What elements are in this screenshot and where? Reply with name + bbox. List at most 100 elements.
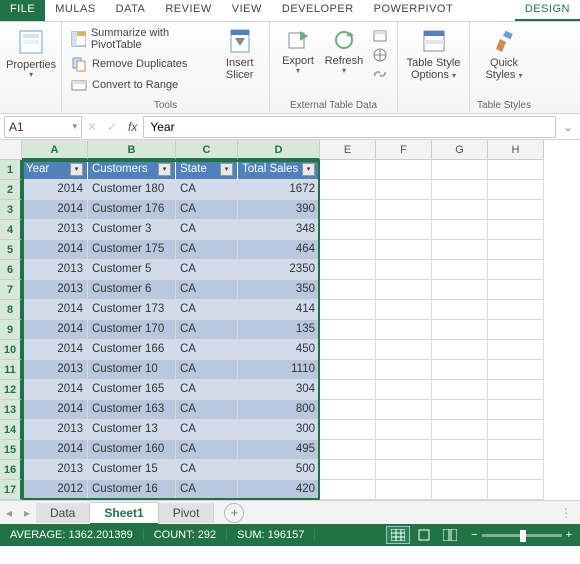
row-header[interactable]: 12	[0, 380, 22, 400]
cell[interactable]	[432, 480, 488, 500]
cell[interactable]	[488, 320, 544, 340]
cell[interactable]	[488, 220, 544, 240]
select-all-corner[interactable]	[0, 140, 22, 160]
cell[interactable]	[432, 280, 488, 300]
row-header[interactable]: 17	[0, 480, 22, 500]
cell[interactable]: Customer 176	[88, 200, 176, 220]
cell[interactable]	[320, 220, 376, 240]
cell[interactable]: CA	[176, 260, 238, 280]
cell[interactable]	[432, 400, 488, 420]
cell[interactable]: CA	[176, 180, 238, 200]
insert-slicer-button[interactable]: Insert Slicer	[216, 24, 263, 81]
tab-formulas[interactable]: MULAS	[45, 0, 105, 21]
cell[interactable]: CA	[176, 340, 238, 360]
cell[interactable]	[488, 420, 544, 440]
cell[interactable]: Customer 10	[88, 360, 176, 380]
cell[interactable]: 2012	[22, 480, 88, 500]
cell[interactable]	[320, 160, 376, 180]
cell[interactable]	[488, 160, 544, 180]
col-header-E[interactable]: E	[320, 140, 376, 160]
sheet-nav-prev[interactable]: ◂	[0, 506, 18, 520]
cancel-formula-button[interactable]: ✕	[82, 120, 102, 134]
cell[interactable]: 348	[238, 220, 320, 240]
cell[interactable]	[432, 300, 488, 320]
tab-data[interactable]: DATA	[106, 0, 156, 21]
cell[interactable]: CA	[176, 280, 238, 300]
cell[interactable]: Year▾	[22, 160, 88, 180]
cell[interactable]: Customer 166	[88, 340, 176, 360]
cell[interactable]: CA	[176, 220, 238, 240]
cell[interactable]	[376, 360, 432, 380]
cell[interactable]	[432, 240, 488, 260]
cell[interactable]	[488, 340, 544, 360]
cell[interactable]: CA	[176, 360, 238, 380]
cell[interactable]: CA	[176, 460, 238, 480]
tab-view[interactable]: VIEW	[222, 0, 272, 21]
col-header-D[interactable]: D	[238, 140, 320, 160]
cell[interactable]: 500	[238, 460, 320, 480]
cell[interactable]: State▾	[176, 160, 238, 180]
cell[interactable]	[376, 400, 432, 420]
cell[interactable]	[488, 260, 544, 280]
cell[interactable]: 135	[238, 320, 320, 340]
filter-dropdown-icon[interactable]: ▾	[158, 163, 171, 176]
fx-icon[interactable]: fx	[128, 120, 137, 134]
cell[interactable]	[432, 200, 488, 220]
cell[interactable]	[488, 360, 544, 380]
column-headers[interactable]: ABCDEFGH	[22, 140, 544, 160]
cell[interactable]: Customer 5	[88, 260, 176, 280]
cell[interactable]: 800	[238, 400, 320, 420]
tab-review[interactable]: REVIEW	[155, 0, 221, 21]
col-header-H[interactable]: H	[488, 140, 544, 160]
cell[interactable]: CA	[176, 440, 238, 460]
cell[interactable]	[320, 420, 376, 440]
cell[interactable]: Customer 6	[88, 280, 176, 300]
cell[interactable]: 2013	[22, 260, 88, 280]
cell[interactable]: 2014	[22, 320, 88, 340]
cell[interactable]	[488, 200, 544, 220]
cell[interactable]: CA	[176, 480, 238, 500]
cell[interactable]: 2013	[22, 460, 88, 480]
cell[interactable]	[432, 340, 488, 360]
cell[interactable]: Customer 163	[88, 400, 176, 420]
table-style-options-button[interactable]: Table Style Options ▾	[404, 24, 463, 81]
cell[interactable]	[320, 320, 376, 340]
col-header-A[interactable]: A	[22, 140, 88, 160]
cell[interactable]	[376, 340, 432, 360]
name-box[interactable]: A1 ▾	[4, 116, 82, 138]
zoom-out-button[interactable]: −	[471, 529, 477, 541]
cell[interactable]	[488, 460, 544, 480]
cell[interactable]: CA	[176, 420, 238, 440]
cell[interactable]	[320, 240, 376, 260]
cell[interactable]: CA	[176, 200, 238, 220]
cell[interactable]	[432, 420, 488, 440]
cell[interactable]: Customer 180	[88, 180, 176, 200]
cell[interactable]	[488, 400, 544, 420]
cell[interactable]: Total Sales▾	[238, 160, 320, 180]
cell[interactable]	[488, 300, 544, 320]
cell[interactable]: 390	[238, 200, 320, 220]
cell[interactable]	[376, 420, 432, 440]
row-header[interactable]: 7	[0, 280, 22, 300]
cell[interactable]	[320, 200, 376, 220]
row-headers[interactable]: 1234567891011121314151617	[0, 160, 22, 500]
cell[interactable]: 2014	[22, 300, 88, 320]
cell[interactable]	[432, 320, 488, 340]
cell[interactable]	[320, 480, 376, 500]
cell[interactable]	[320, 180, 376, 200]
cell[interactable]	[488, 440, 544, 460]
cell[interactable]	[488, 180, 544, 200]
col-header-F[interactable]: F	[376, 140, 432, 160]
cell[interactable]	[376, 380, 432, 400]
cell[interactable]: 2014	[22, 180, 88, 200]
row-header[interactable]: 9	[0, 320, 22, 340]
row-header[interactable]: 16	[0, 460, 22, 480]
cell[interactable]	[376, 180, 432, 200]
filter-dropdown-icon[interactable]: ▾	[302, 163, 315, 176]
cell[interactable]: 2014	[22, 400, 88, 420]
cell[interactable]: 2013	[22, 420, 88, 440]
cell[interactable]	[320, 400, 376, 420]
cell[interactable]: 300	[238, 420, 320, 440]
cell[interactable]: 2014	[22, 440, 88, 460]
cell[interactable]	[488, 380, 544, 400]
